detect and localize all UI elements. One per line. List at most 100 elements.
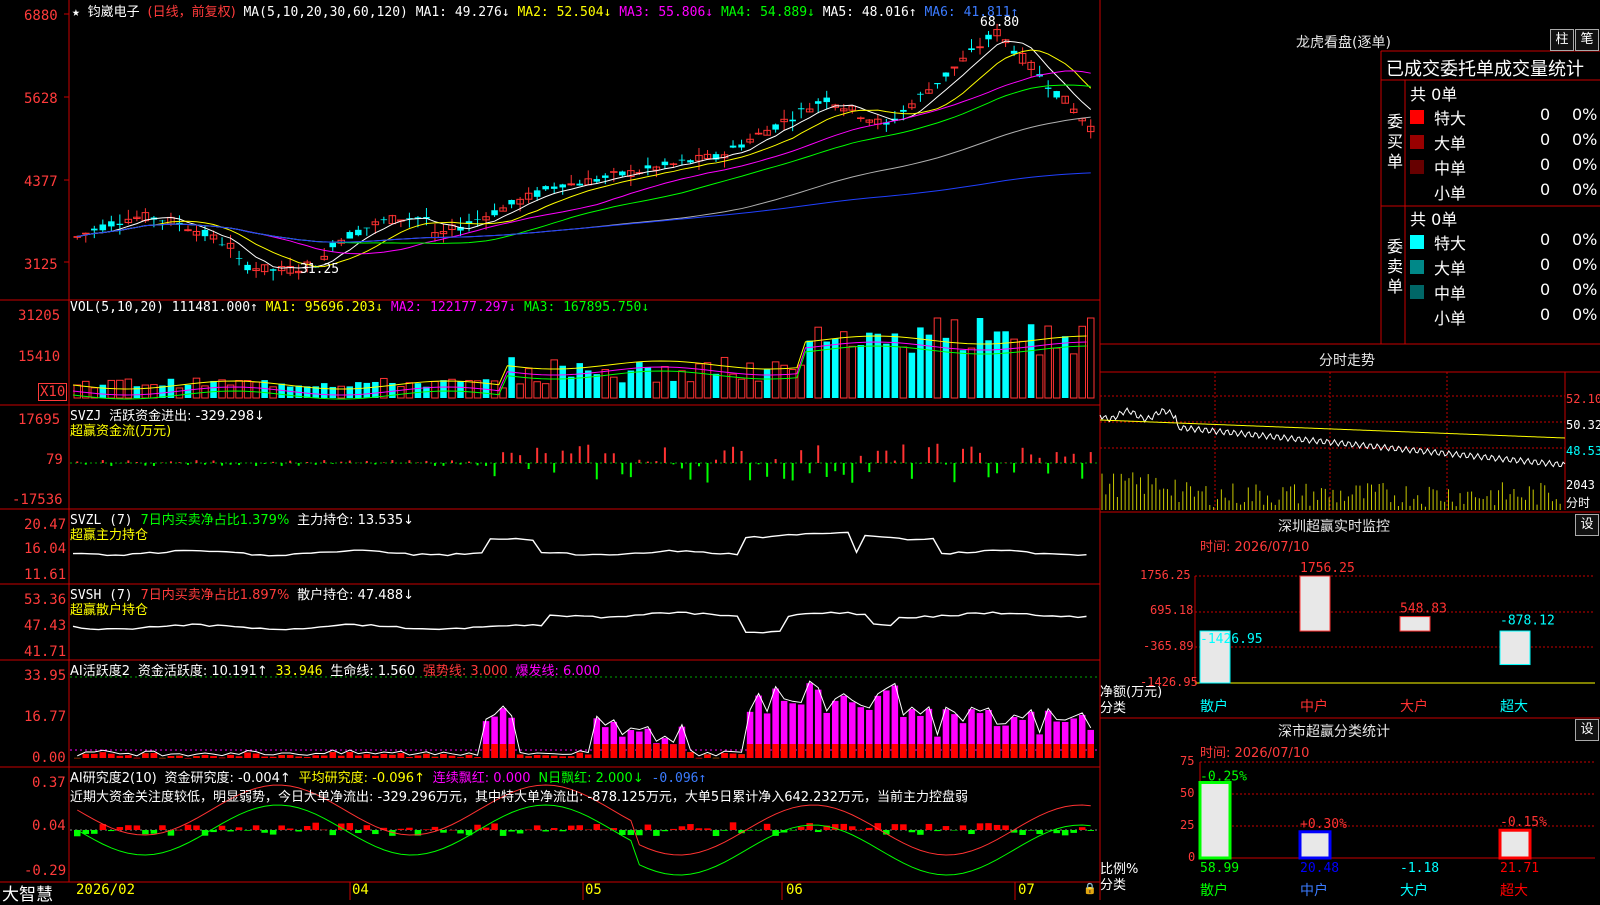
research-bar — [849, 826, 856, 830]
classify-annotation: -0.25% — [1200, 769, 1247, 784]
research-bar — [704, 828, 711, 830]
volume-bar — [917, 327, 924, 398]
date-label: 05 — [585, 882, 602, 898]
activity-base — [389, 754, 396, 758]
monitor-settings-button[interactable]: 设 — [1575, 514, 1599, 536]
research-bar — [406, 827, 413, 830]
research-bar — [585, 829, 592, 830]
candle-down — [355, 229, 362, 236]
volume-bar — [1086, 317, 1095, 399]
star-icon: ★ — [72, 5, 80, 20]
research-bar — [985, 823, 992, 830]
research-bar — [755, 830, 762, 831]
activity-base — [142, 753, 149, 758]
activity-base — [474, 757, 481, 758]
activity-base — [874, 744, 882, 758]
main-ytick: 3125 — [24, 257, 58, 273]
activity-base — [295, 756, 302, 758]
order-color-swatch — [1410, 285, 1424, 299]
ai-research-name: AI研究度2(10) — [70, 771, 157, 786]
activity-base — [431, 756, 439, 758]
order-count: 0 — [1540, 255, 1551, 274]
bar-view-button[interactable]: 柱 — [1550, 29, 1574, 51]
monitor-ytick: -365.89 — [1143, 639, 1194, 653]
activity-base — [91, 753, 98, 758]
candle-down — [602, 175, 609, 178]
activity-base — [406, 757, 413, 758]
order-percent: 0% — [1572, 280, 1598, 299]
volume-bar — [286, 386, 294, 398]
research-bar — [372, 830, 379, 835]
activity-base — [125, 755, 132, 758]
classify-settings-button[interactable]: 设 — [1575, 719, 1599, 741]
research-bar — [142, 830, 149, 835]
candle-down — [797, 108, 805, 110]
candle-down — [1044, 87, 1052, 89]
research-bar — [925, 823, 933, 830]
research-bar — [951, 830, 958, 831]
monitor-bar-value: -878.12 — [1500, 614, 1555, 629]
volume-bar — [686, 381, 695, 399]
candle-down — [968, 48, 975, 51]
activity-base — [746, 744, 754, 758]
research-bar — [346, 823, 354, 830]
volume-bar — [457, 381, 464, 398]
candle-down — [1053, 91, 1060, 98]
volume-bar — [959, 350, 967, 398]
research-bar — [593, 824, 601, 830]
volume-bar — [806, 340, 813, 398]
research-bar — [1053, 830, 1060, 834]
ai-active-e: 爆发线: 6.000 — [515, 664, 601, 679]
classify-bar-value: -1.18 — [1400, 861, 1439, 876]
research-bar — [491, 823, 498, 830]
svzj-ytick: 79 — [46, 452, 63, 468]
classify-bar — [1498, 828, 1532, 860]
research-bar — [1019, 830, 1026, 835]
research-bar — [303, 826, 311, 830]
activity-base — [423, 753, 430, 758]
research-bar — [116, 827, 124, 830]
research-bar — [959, 825, 967, 830]
classify-bar-value: 20.48 — [1300, 861, 1339, 876]
research-bar — [670, 828, 677, 830]
ai-active-ytick: 16.77 — [24, 709, 67, 725]
research-bar — [934, 830, 941, 832]
volume-bar — [465, 379, 473, 399]
research-bar — [108, 830, 115, 832]
activity-base — [814, 744, 822, 758]
volume-bar — [414, 383, 422, 398]
candle-down — [738, 144, 745, 148]
activity-base — [704, 754, 711, 758]
candle-up — [976, 46, 984, 49]
monitor-category-label: 大户 — [1400, 698, 1428, 715]
order-percent: 0% — [1572, 230, 1598, 249]
activity-base — [661, 744, 669, 758]
volume-bar — [269, 386, 277, 399]
chart-canvas[interactable]: -1426.951756.25548.83-878.12散户 中户 大户 超大58.9… — [0, 0, 1600, 900]
order-color-swatch — [1410, 135, 1424, 149]
volume-bar — [1069, 353, 1078, 399]
lock-icon[interactable]: 🔒 — [1083, 882, 1097, 895]
research-bar — [712, 830, 720, 837]
volume-bar — [405, 382, 414, 399]
research-bar — [261, 830, 268, 833]
classify-annotation: -0.15% — [1500, 815, 1547, 830]
activity-base — [729, 753, 737, 758]
activity-base — [900, 744, 907, 758]
volume-bar — [508, 357, 515, 398]
volume-bar — [99, 384, 107, 398]
classify-bar-value: 21.71 — [1500, 861, 1539, 876]
volume-bar — [883, 343, 890, 398]
ma3-value: MA3: 55.806↓ — [619, 5, 714, 20]
ai-active-header: AI活跃度2 资金活跃度: 10.191↑ 33.946 生命线: 1.560 … — [70, 660, 600, 679]
ai-research-a: 资金研究度: -0.004↑ — [164, 771, 291, 786]
ai-research-ytick: 0.37 — [32, 775, 66, 791]
volume-bar — [670, 380, 677, 398]
volume-bar — [1002, 331, 1009, 398]
candle-down — [380, 219, 388, 221]
research-bar — [814, 830, 822, 833]
activity-base — [133, 757, 141, 759]
volume-bar — [993, 331, 1001, 398]
candle-down — [508, 199, 515, 205]
tick-view-button[interactable]: 笔 — [1575, 29, 1599, 51]
